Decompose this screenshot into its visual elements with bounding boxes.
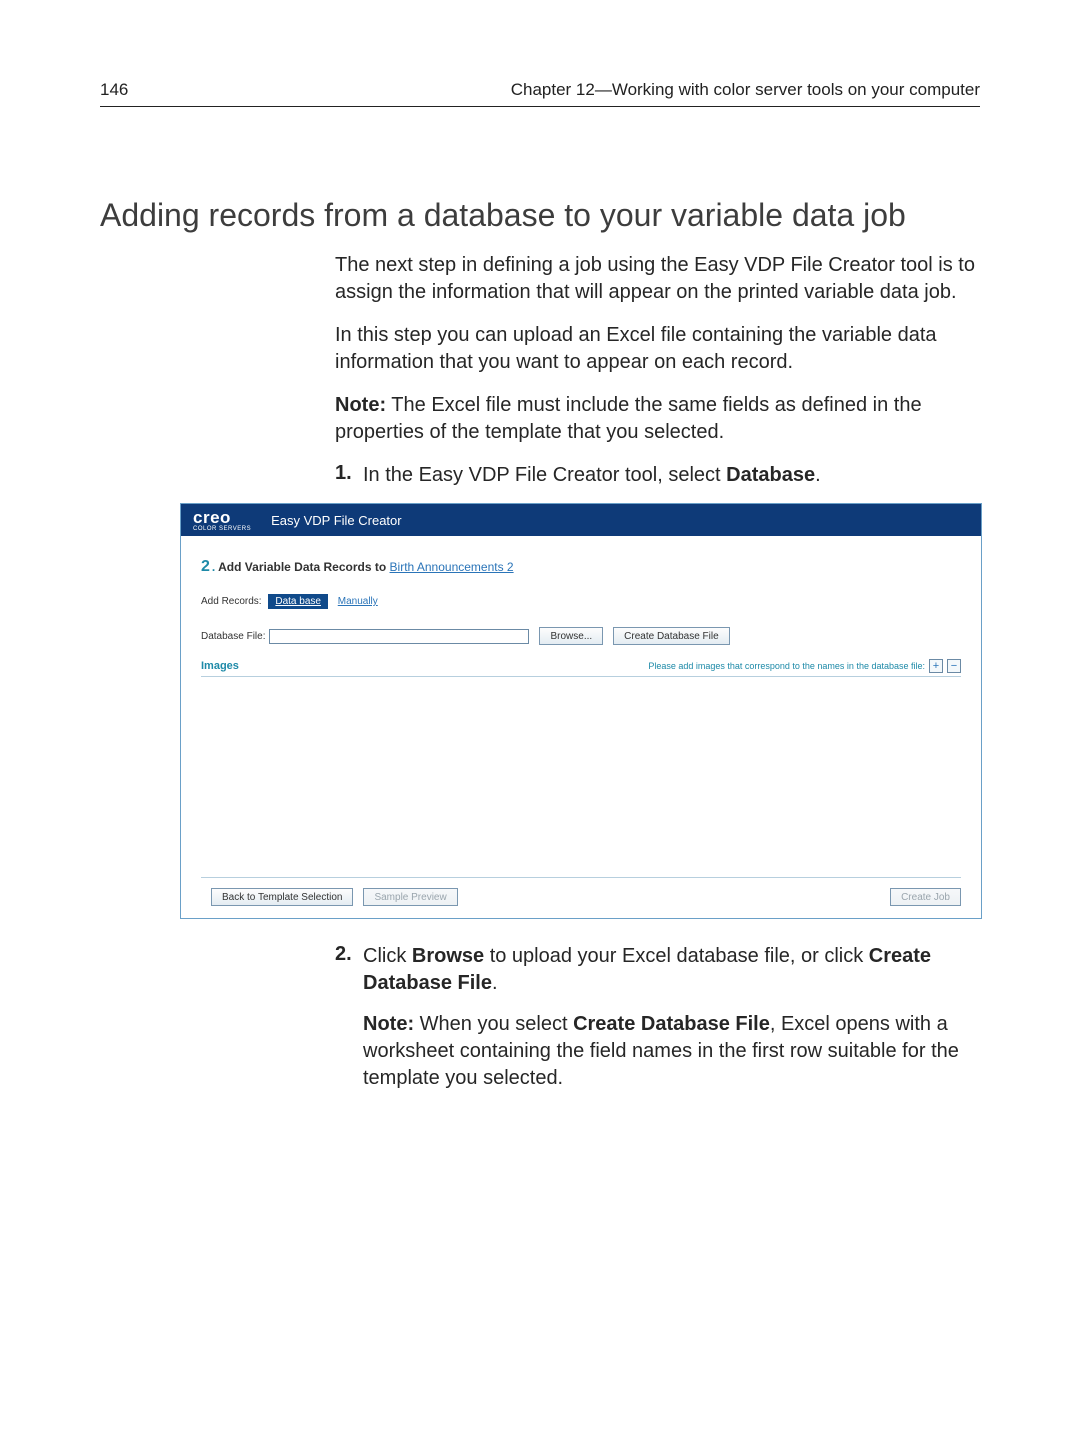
back-to-template-selection-button[interactable]: Back to Template Selection [211, 888, 353, 906]
note-2-label: Note: [363, 1013, 414, 1035]
template-name-link[interactable]: Birth Announcements 2 [390, 560, 514, 574]
step-2-text: Click Browse to upload your Excel databa… [363, 943, 975, 997]
chapter-title: Chapter 12—Working with color server too… [511, 80, 980, 100]
step-2-number: 2. [335, 943, 363, 997]
app-title: Easy VDP File Creator [271, 513, 402, 528]
body-column-bottom: 2. Click Browse to upload your Excel dat… [335, 943, 975, 1092]
add-records-label: Add Records: [201, 596, 262, 607]
step-list-bottom: 2. Click Browse to upload your Excel dat… [335, 943, 975, 997]
intro-paragraph-1: The next step in defining a job using th… [335, 252, 975, 306]
app-footer: Back to Template Selection Sample Previe… [201, 877, 961, 906]
note-1-text: The Excel file must include the same fie… [335, 394, 922, 443]
database-file-input[interactable] [269, 629, 529, 644]
app-screenshot: creo COLOR SERVERS Easy VDP File Creator… [180, 503, 982, 919]
note-1: Note: The Excel file must include the sa… [335, 392, 975, 446]
images-header-row: Images Please add images that correspond… [201, 659, 961, 677]
database-file-label: Database File: [201, 631, 265, 642]
app-body: 2. Add Variable Data Records to Birth An… [181, 536, 981, 918]
note-2: Note: When you select Create Database Fi… [363, 1011, 975, 1092]
intro-paragraph-2: In this step you can upload an Excel fil… [335, 322, 975, 376]
create-job-button[interactable]: Create Job [890, 888, 961, 906]
section-title: Adding records from a database to your v… [100, 197, 980, 234]
note-1-label: Note: [335, 394, 386, 416]
images-label: Images [201, 660, 239, 672]
browse-button[interactable]: Browse... [539, 627, 603, 645]
wizard-step-number: 2 [201, 558, 210, 575]
step-1: 1. In the Easy VDP File Creator tool, se… [335, 462, 975, 489]
wizard-step-label: Add Variable Data Records to [215, 560, 389, 574]
app-logo: creo COLOR SERVERS [193, 508, 251, 532]
app-header: creo COLOR SERVERS Easy VDP File Creator [181, 504, 981, 536]
step-2: 2. Click Browse to upload your Excel dat… [335, 943, 975, 997]
step-list-top: 1. In the Easy VDP File Creator tool, se… [335, 462, 975, 489]
database-file-row: Database File: Browse... Create Database… [201, 627, 961, 645]
page-header: 146 Chapter 12—Working with color server… [100, 80, 980, 107]
add-records-row: Add Records: Data base Manually [201, 594, 961, 609]
wizard-step-heading: 2. Add Variable Data Records to Birth An… [201, 558, 961, 576]
step-1-number: 1. [335, 462, 363, 489]
add-image-button[interactable]: + [929, 659, 943, 673]
sample-preview-button[interactable]: Sample Preview [363, 888, 457, 906]
document-page: 146 Chapter 12—Working with color server… [0, 0, 1080, 1437]
create-database-file-button[interactable]: Create Database File [613, 627, 730, 645]
step-1-text: In the Easy VDP File Creator tool, selec… [363, 462, 975, 489]
images-area [201, 681, 961, 871]
body-column-top: The next step in defining a job using th… [335, 252, 975, 489]
page-number: 146 [100, 80, 128, 100]
tab-manually[interactable]: Manually [331, 594, 385, 609]
remove-image-button[interactable]: − [947, 659, 961, 673]
images-hint: Please add images that correspond to the… [648, 659, 961, 673]
tab-database[interactable]: Data base [268, 594, 328, 609]
